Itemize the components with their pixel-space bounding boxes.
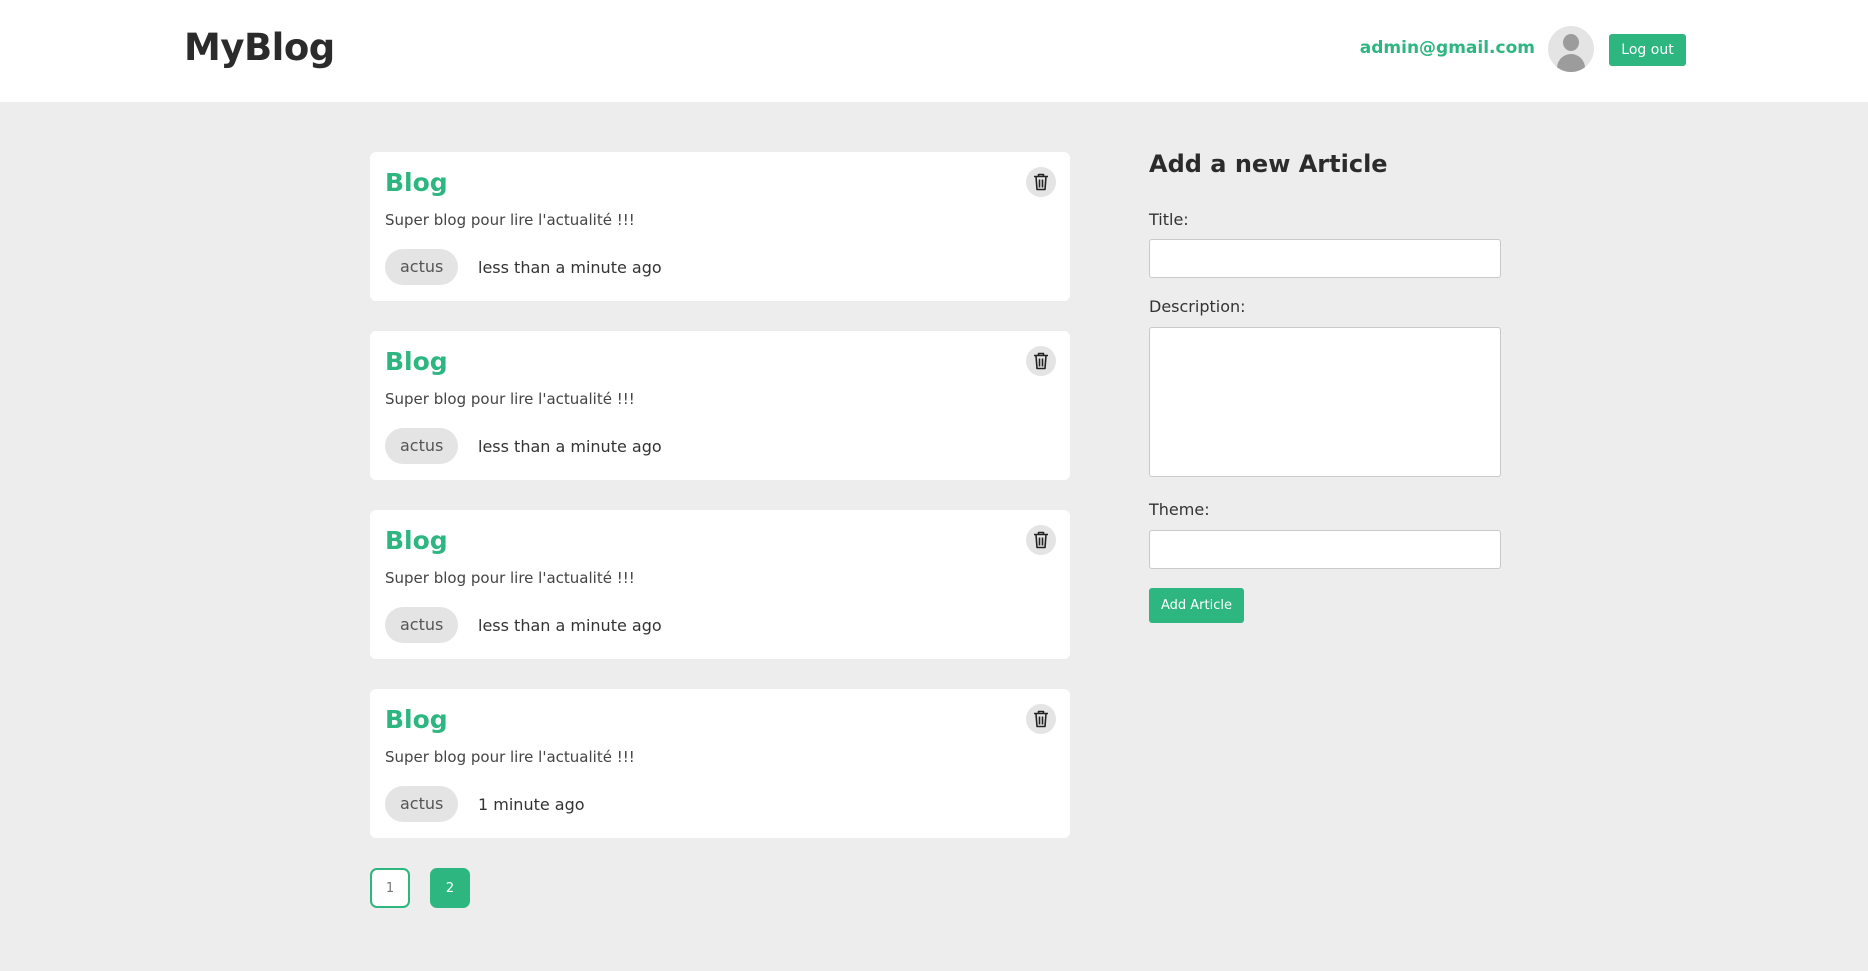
add-article-form: Add a new Article Title: Description: Th… bbox=[1149, 150, 1501, 623]
user-avatar-icon[interactable] bbox=[1548, 26, 1594, 72]
article-description: Super blog pour lire l'actualité !!! bbox=[385, 390, 635, 408]
article-description: Super blog pour lire l'actualité !!! bbox=[385, 748, 635, 766]
delete-article-button[interactable] bbox=[1026, 346, 1056, 376]
article-card: Blog Super blog pour lire l'actualité !!… bbox=[370, 689, 1070, 838]
avatar-head-shape bbox=[1563, 34, 1579, 51]
article-description: Super blog pour lire l'actualité !!! bbox=[385, 211, 635, 229]
article-card: Blog Super blog pour lire l'actualité !!… bbox=[370, 331, 1070, 480]
article-time: less than a minute ago bbox=[478, 258, 662, 277]
article-time: 1 minute ago bbox=[478, 795, 585, 814]
add-article-button[interactable]: Add Article bbox=[1149, 588, 1244, 623]
delete-article-button[interactable] bbox=[1026, 704, 1056, 734]
theme-label: Theme: bbox=[1149, 500, 1210, 519]
form-heading: Add a new Article bbox=[1149, 150, 1388, 178]
theme-input[interactable] bbox=[1149, 530, 1501, 569]
trash-icon bbox=[1034, 173, 1048, 191]
page-button-2-active[interactable]: 2 bbox=[430, 868, 470, 908]
article-title[interactable]: Blog bbox=[385, 168, 448, 197]
article-description: Super blog pour lire l'actualité !!! bbox=[385, 569, 635, 587]
logout-button[interactable]: Log out bbox=[1609, 34, 1686, 66]
article-title[interactable]: Blog bbox=[385, 347, 448, 376]
page-button-1[interactable]: 1 bbox=[370, 868, 410, 908]
avatar-body-shape bbox=[1557, 54, 1585, 72]
trash-icon bbox=[1034, 710, 1048, 728]
article-card: Blog Super blog pour lire l'actualité !!… bbox=[370, 510, 1070, 659]
top-header: MyBlog admin@gmail.com Log out bbox=[0, 0, 1868, 102]
site-logo[interactable]: MyBlog bbox=[184, 26, 335, 69]
user-email: admin@gmail.com bbox=[1359, 38, 1535, 58]
trash-icon bbox=[1034, 352, 1048, 370]
delete-article-button[interactable] bbox=[1026, 167, 1056, 197]
article-list: Blog Super blog pour lire l'actualité !!… bbox=[370, 152, 1070, 868]
article-time: less than a minute ago bbox=[478, 616, 662, 635]
description-label: Description: bbox=[1149, 297, 1246, 316]
title-label: Title: bbox=[1149, 210, 1189, 229]
delete-article-button[interactable] bbox=[1026, 525, 1056, 555]
article-card: Blog Super blog pour lire l'actualité !!… bbox=[370, 152, 1070, 301]
article-tag[interactable]: actus bbox=[385, 607, 459, 643]
article-title[interactable]: Blog bbox=[385, 526, 448, 555]
title-input[interactable] bbox=[1149, 239, 1501, 278]
article-tag[interactable]: actus bbox=[385, 249, 459, 285]
article-tag[interactable]: actus bbox=[385, 786, 459, 822]
article-time: less than a minute ago bbox=[478, 437, 662, 456]
trash-icon bbox=[1034, 531, 1048, 549]
description-textarea[interactable] bbox=[1149, 327, 1501, 477]
article-title[interactable]: Blog bbox=[385, 705, 448, 734]
article-tag[interactable]: actus bbox=[385, 428, 459, 464]
